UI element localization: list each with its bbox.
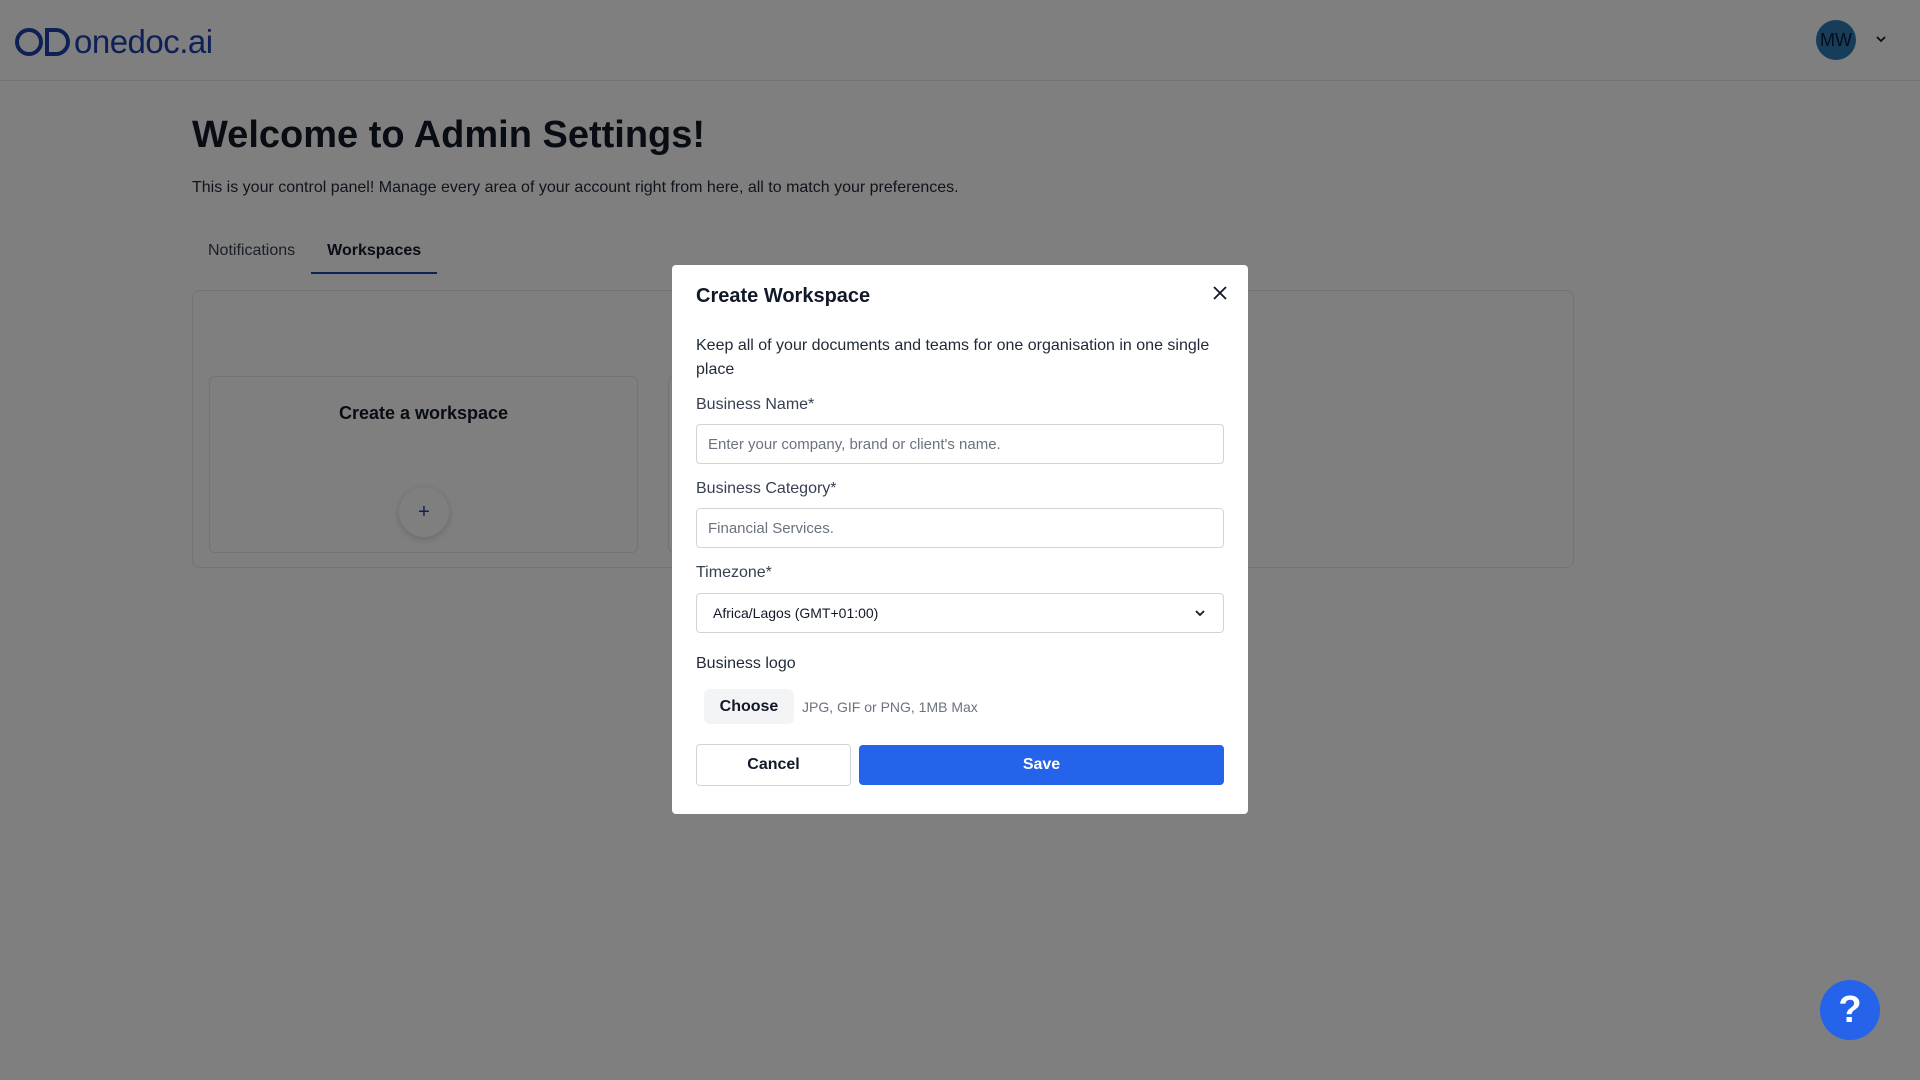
create-workspace-modal: Create Workspace Keep all of your docume… [672, 265, 1248, 814]
close-button[interactable] [1208, 281, 1232, 305]
modal-title: Create Workspace [696, 285, 871, 307]
question-mark-icon: ? [1838, 988, 1862, 1031]
business-name-label: Business Name* [696, 396, 815, 413]
business-category-input[interactable] [696, 508, 1224, 548]
save-button[interactable]: Save [859, 745, 1224, 785]
chevron-down-icon [1195, 610, 1205, 617]
close-icon [1213, 286, 1227, 300]
help-button[interactable]: ? [1820, 980, 1880, 1040]
file-format-hint: JPG, GIF or PNG, 1MB Max [802, 699, 978, 715]
timezone-label: Timezone* [696, 564, 772, 581]
modal-description: Keep all of your documents and teams for… [696, 337, 1210, 378]
timezone-selected-value: Africa/Lagos (GMT+01:00) [713, 605, 879, 621]
business-logo-label: Business logo [696, 655, 796, 672]
business-name-input[interactable] [696, 424, 1224, 464]
timezone-select[interactable]: Africa/Lagos (GMT+01:00) [696, 593, 1224, 633]
business-category-label: Business Category* [696, 480, 837, 497]
choose-file-button[interactable]: Choose [704, 689, 794, 724]
cancel-button[interactable]: Cancel [696, 744, 851, 786]
